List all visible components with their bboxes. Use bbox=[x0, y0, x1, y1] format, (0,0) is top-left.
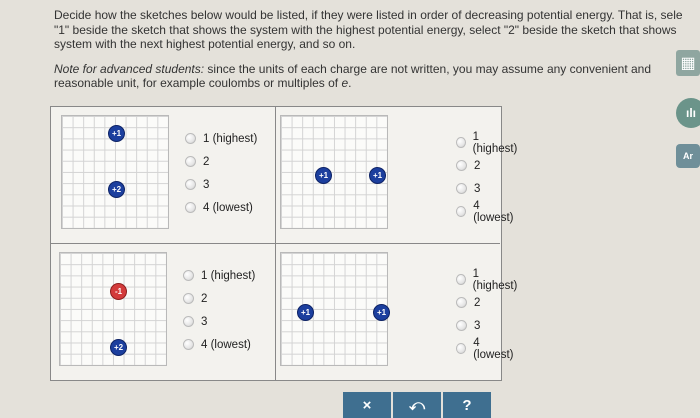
radio-button[interactable] bbox=[456, 343, 467, 354]
options-group-2: 1 (highest) 2 3 4 (lowest) bbox=[456, 130, 519, 224]
close-icon: × bbox=[362, 396, 372, 414]
note-text-1: since the units of each charge are not w… bbox=[204, 61, 652, 76]
option-3-lowest[interactable]: 4 (lowest) bbox=[183, 333, 255, 356]
option-2-highest[interactable]: 1 (highest) bbox=[456, 130, 519, 155]
charge-1b: +2 bbox=[108, 181, 125, 198]
option-label: 4 (lowest) bbox=[473, 336, 514, 361]
option-label: 2 bbox=[474, 159, 481, 172]
charge-1a: +1 bbox=[108, 125, 125, 142]
sketch-grid-4: +1 +1 bbox=[280, 252, 390, 366]
option-label: 2 bbox=[203, 155, 210, 168]
charge-3a: -1 bbox=[110, 283, 127, 300]
instructions: Decide how the sketches below would be l… bbox=[54, 8, 700, 91]
chart-button[interactable]: ılı bbox=[676, 98, 700, 128]
option-1-lowest[interactable]: 4 (lowest) bbox=[185, 196, 257, 219]
radio-button[interactable] bbox=[456, 160, 467, 171]
help-icon: ? bbox=[462, 396, 472, 414]
options-group-3: 1 (highest) 2 3 4 (lowest) bbox=[183, 264, 255, 356]
undo-button[interactable]: ⤺ bbox=[393, 392, 441, 418]
radio-button[interactable] bbox=[185, 133, 196, 144]
option-label: 1 (highest) bbox=[472, 267, 518, 292]
option-1-2[interactable]: 2 bbox=[185, 150, 257, 173]
radio-button[interactable] bbox=[456, 137, 466, 148]
option-3-highest[interactable]: 1 (highest) bbox=[183, 264, 255, 287]
help-button[interactable]: ? bbox=[443, 392, 491, 418]
option-2-2[interactable]: 2 bbox=[456, 154, 519, 177]
clear-button[interactable]: × bbox=[343, 392, 391, 418]
sketch-grid-3: -1 +2 bbox=[59, 252, 167, 366]
instruction-line-2: "1" beside the sketch that shows the sys… bbox=[54, 22, 677, 37]
instruction-line-1: Decide how the sketches below would be l… bbox=[54, 8, 683, 22]
calculator-icon: ▦ bbox=[680, 55, 696, 72]
option-label: 1 (highest) bbox=[201, 269, 256, 282]
radio-button[interactable] bbox=[456, 320, 467, 331]
sketch-cell-2: +1 +1 1 (highest) 2 3 4 (lowest) bbox=[276, 107, 517, 244]
charge-4a: +1 bbox=[297, 304, 314, 321]
calculator-button[interactable]: ▦ bbox=[676, 50, 700, 76]
option-label: 3 bbox=[474, 319, 481, 332]
option-label: 3 bbox=[474, 182, 481, 195]
option-label: 3 bbox=[203, 178, 210, 191]
option-3-3[interactable]: 3 bbox=[183, 310, 255, 333]
note-text-2: reasonable unit, for example coulombs or… bbox=[54, 76, 342, 90]
periodic-table-icon: Ar bbox=[682, 151, 693, 161]
option-2-lowest[interactable]: 4 (lowest) bbox=[456, 199, 519, 224]
radio-button[interactable] bbox=[456, 206, 467, 217]
sketch-grid-1: +1 +2 bbox=[61, 115, 169, 229]
radio-button[interactable] bbox=[185, 156, 196, 167]
instruction-line-3: system with the next highest potential e… bbox=[54, 37, 356, 51]
radio-button[interactable] bbox=[456, 183, 467, 194]
option-label: 4 (lowest) bbox=[203, 201, 253, 214]
sketch-grid: +1 +2 1 (highest) 2 3 4 (lowest) +1 +1 1… bbox=[50, 106, 517, 381]
answer-toolbar: × ⤺ ? bbox=[343, 392, 491, 418]
charge-2a: +1 bbox=[315, 167, 332, 184]
option-label: 2 bbox=[201, 292, 208, 305]
option-label: 1 (highest) bbox=[472, 130, 518, 155]
option-1-highest[interactable]: 1 (highest) bbox=[185, 127, 257, 150]
option-label: 1 (highest) bbox=[203, 132, 258, 145]
periodic-table-button[interactable]: Ar bbox=[676, 144, 700, 168]
charge-4b: +1 bbox=[373, 304, 390, 321]
radio-button[interactable] bbox=[183, 339, 194, 350]
option-4-lowest[interactable]: 4 (lowest) bbox=[456, 336, 519, 361]
undo-icon: ⤺ bbox=[408, 396, 426, 414]
note-lead: Note for advanced students: bbox=[54, 61, 205, 76]
note-end: . bbox=[348, 76, 352, 90]
option-label: 2 bbox=[474, 296, 481, 309]
bar-chart-icon: ılı bbox=[685, 106, 696, 120]
radio-button[interactable] bbox=[183, 270, 194, 281]
radio-button[interactable] bbox=[183, 293, 194, 304]
sketch-cell-4: +1 +1 1 (highest) 2 3 4 (lowest) bbox=[276, 244, 517, 380]
options-group-1: 1 (highest) 2 3 4 (lowest) bbox=[185, 127, 257, 219]
option-4-2[interactable]: 2 bbox=[456, 291, 519, 314]
option-label: 3 bbox=[201, 315, 208, 328]
note-line-1: Note for advanced students: since the un… bbox=[54, 62, 700, 77]
options-group-4: 1 (highest) 2 3 4 (lowest) bbox=[456, 267, 519, 361]
sketch-grid-2: +1 +1 bbox=[280, 115, 388, 229]
radio-button[interactable] bbox=[185, 179, 196, 190]
sketch-cell-3: -1 +2 1 (highest) 2 3 4 (lowest) bbox=[51, 244, 276, 380]
option-2-3[interactable]: 3 bbox=[456, 177, 519, 200]
option-4-3[interactable]: 3 bbox=[456, 314, 519, 337]
sketch-cell-1: +1 +2 1 (highest) 2 3 4 (lowest) bbox=[51, 107, 276, 244]
option-3-2[interactable]: 2 bbox=[183, 287, 255, 310]
option-1-3[interactable]: 3 bbox=[185, 173, 257, 196]
radio-button[interactable] bbox=[456, 297, 467, 308]
radio-button[interactable] bbox=[456, 274, 466, 285]
radio-button[interactable] bbox=[185, 202, 196, 213]
note-line-2: reasonable unit, for example coulombs or… bbox=[54, 76, 700, 91]
option-4-highest[interactable]: 1 (highest) bbox=[456, 267, 519, 292]
option-label: 4 (lowest) bbox=[201, 338, 251, 351]
option-label: 4 (lowest) bbox=[473, 199, 514, 224]
charge-2b: +1 bbox=[369, 167, 386, 184]
charge-3b: +2 bbox=[110, 339, 127, 356]
radio-button[interactable] bbox=[183, 316, 194, 327]
